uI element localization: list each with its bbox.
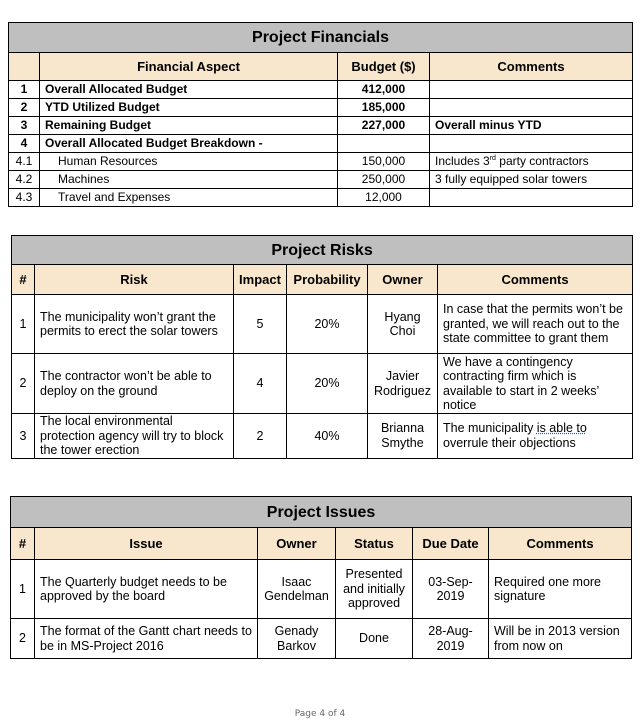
- risk-description: The municipality won’t grant the permits…: [34, 294, 234, 354]
- row-number: 2: [8, 98, 40, 117]
- financials-header-num: [8, 52, 40, 81]
- table-row: 2 The format of the Gantt chart needs to…: [10, 618, 633, 659]
- row-number: 3: [8, 116, 40, 135]
- comment: [429, 188, 633, 207]
- risks-title: Project Risks: [10, 235, 634, 265]
- risks-header-probability: Probability: [286, 264, 368, 295]
- table-row: 3 The local environmental protection age…: [11, 413, 634, 459]
- risk-impact: 5: [233, 294, 287, 354]
- risks-header-impact: Impact: [233, 264, 287, 295]
- risk-impact: 4: [233, 353, 287, 414]
- table-row: 1 The municipality won’t grant the permi…: [11, 294, 634, 354]
- issues-header-comments: Comments: [487, 527, 633, 560]
- comment-text: Includes 3: [435, 154, 490, 168]
- issue-due-date: 28-Aug-2019: [412, 618, 489, 659]
- table-row: 4.1 Human Resources 150,000 Includes 3rd…: [8, 152, 633, 171]
- financials-title: Project Financials: [8, 22, 633, 53]
- table-row: 4.2 Machines 250,000 3 fully equipped so…: [8, 170, 633, 189]
- table-row: 4.3 Travel and Expenses 12,000: [8, 188, 633, 207]
- risk-comment: The municipality is able to overrule the…: [436, 413, 634, 459]
- comment: [429, 134, 633, 153]
- financial-aspect: Remaining Budget: [39, 116, 338, 135]
- budget-value: 185,000: [337, 98, 430, 117]
- issue-comment: Will be in 2013 version from now on: [487, 618, 633, 659]
- budget-value: 12,000: [337, 188, 430, 207]
- financial-aspect: Travel and Expenses: [39, 188, 338, 207]
- risk-probability: 20%: [286, 294, 368, 354]
- row-number: 4: [8, 134, 40, 153]
- comment: [429, 98, 633, 117]
- issues-header-due-date: Due Date: [412, 527, 489, 560]
- risks-header-num: #: [11, 264, 35, 295]
- comment: Overall minus YTD: [429, 116, 633, 135]
- budget-value: [337, 134, 430, 153]
- financial-aspect: Overall Allocated Budget: [39, 80, 338, 99]
- financial-aspect: YTD Utilized Budget: [39, 98, 338, 117]
- risk-owner: Brianna Smythe: [367, 413, 438, 459]
- table-row: 1 The Quarterly budget needs to be appro…: [10, 559, 633, 619]
- row-number: 4.1: [8, 152, 40, 171]
- grammar-flagged-text[interactable]: is able to: [537, 421, 587, 435]
- issues-header-status: Status: [335, 527, 413, 560]
- row-number: 3: [11, 413, 35, 459]
- financial-aspect: Human Resources: [39, 152, 338, 171]
- table-row: 1 Overall Allocated Budget 412,000: [8, 80, 633, 99]
- risk-comment: In case that the permits won’t be grante…: [436, 294, 634, 354]
- page-number: Page 4 of 4: [294, 709, 346, 719]
- issue-owner: Isaac Gendelman: [257, 559, 336, 619]
- issue-description: The format of the Gantt chart needs to b…: [34, 618, 258, 659]
- issue-comment: Required one more signature: [487, 559, 633, 619]
- issue-due-date: 03-Sep-2019: [412, 559, 489, 619]
- budget-value: 412,000: [337, 80, 430, 99]
- table-row: 2 YTD Utilized Budget 185,000: [8, 98, 633, 117]
- table-row: 2 The contractor won’t be able to deploy…: [11, 353, 634, 414]
- issues-header-owner: Owner: [257, 527, 336, 560]
- issue-status: Presented and initially approved: [335, 559, 413, 619]
- comment-text: overrule their objections: [443, 435, 576, 450]
- risk-probability: 40%: [286, 413, 368, 459]
- row-number: 1: [10, 559, 35, 619]
- issues-header-issue: Issue: [34, 527, 258, 560]
- comment: Includes 3rd party contractors: [429, 152, 633, 171]
- issue-status: Done: [335, 618, 413, 659]
- row-number: 4.2: [8, 170, 40, 189]
- row-number: 1: [11, 294, 35, 354]
- risk-owner: Hyang Choi: [367, 294, 438, 354]
- risk-owner: Javier Rodriguez: [367, 353, 438, 414]
- issues-header-num: #: [10, 527, 35, 560]
- risks-header-risk: Risk: [34, 264, 234, 295]
- risk-impact: 2: [233, 413, 287, 459]
- financial-aspect: Machines: [39, 170, 338, 189]
- financial-aspect: Overall Allocated Budget Breakdown -: [39, 134, 338, 153]
- risks-header-owner: Owner: [367, 264, 438, 295]
- table-row: 3 Remaining Budget 227,000 Overall minus…: [8, 116, 633, 135]
- financials-header-budget: Budget ($): [337, 52, 430, 81]
- risk-description: The local environmental protection agenc…: [34, 413, 234, 459]
- comment-text: The municipality: [443, 421, 537, 436]
- project-risks-table: Project Risks # Risk Impact Probability …: [10, 235, 634, 459]
- comment: 3 fully equipped solar towers: [429, 170, 633, 189]
- issue-owner: Genady Barkov: [257, 618, 336, 659]
- risks-header-comments: Comments: [436, 264, 634, 295]
- table-row: 4 Overall Allocated Budget Breakdown -: [8, 134, 633, 153]
- row-number: 1: [8, 80, 40, 99]
- issues-title: Project Issues: [9, 496, 633, 528]
- budget-value: 227,000: [337, 116, 430, 135]
- row-number: 4.3: [8, 188, 40, 207]
- project-issues-table: Project Issues # Issue Owner Status Due …: [9, 496, 633, 659]
- budget-value: 250,000: [337, 170, 430, 189]
- risk-probability: 20%: [286, 353, 368, 414]
- issue-description: The Quarterly budget needs to be approve…: [34, 559, 258, 619]
- project-financials-table: Project Financials Financial Aspect Budg…: [8, 22, 633, 207]
- row-number: 2: [10, 618, 35, 659]
- row-number: 2: [11, 353, 35, 414]
- budget-value: 150,000: [337, 152, 430, 171]
- comment-text: party contractors: [495, 154, 589, 168]
- comment: [429, 80, 633, 99]
- financials-header-aspect: Financial Aspect: [39, 52, 338, 81]
- risk-description: The contractor won’t be able to deploy o…: [34, 353, 234, 414]
- financials-header-comments: Comments: [429, 52, 633, 81]
- risk-comment: We have a contingency contracting firm w…: [436, 353, 634, 414]
